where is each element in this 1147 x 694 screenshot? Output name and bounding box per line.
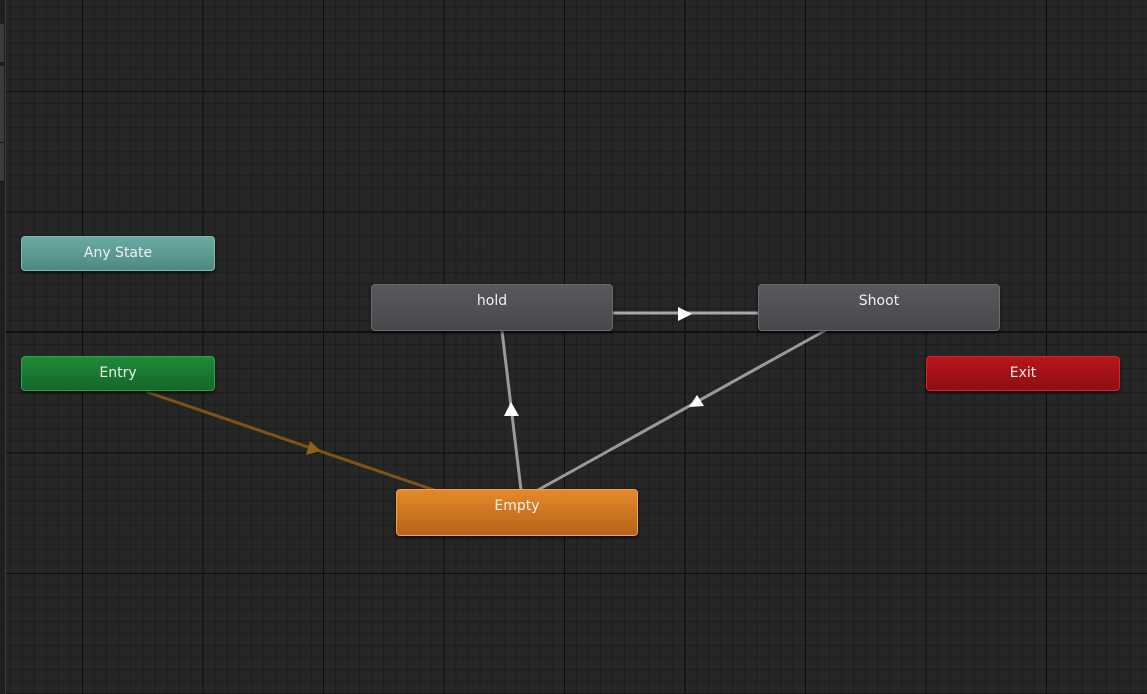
state-node-shoot[interactable]: Shoot: [758, 284, 1000, 331]
state-label: Empty: [494, 498, 540, 514]
state-node-exit[interactable]: Exit: [926, 356, 1120, 391]
transition-hold-to-shoot[interactable]: [613, 307, 758, 321]
state-node-empty-default[interactable]: Empty: [396, 489, 638, 536]
transition-empty-to-hold[interactable]: [500, 330, 523, 491]
transition-arrow-icon: [678, 307, 692, 321]
state-label: Any State: [83, 245, 153, 261]
transition-entry-to-empty[interactable]: [146, 390, 435, 492]
transition-arrow-icon: [504, 402, 519, 416]
transition-empty-to-shoot[interactable]: [537, 328, 827, 492]
state-label: Shoot: [858, 293, 900, 309]
transition-arrow-icon: [306, 441, 321, 455]
state-node-any-state[interactable]: Any State: [21, 236, 215, 271]
transition-arrow-icon: [689, 395, 704, 407]
transition-links: [146, 307, 827, 492]
state-node-hold[interactable]: hold: [371, 284, 613, 331]
state-label: Entry: [99, 365, 137, 381]
animator-graph-canvas[interactable]: Any State Entry Exit hold Shoot Empty: [0, 0, 1147, 694]
state-label: hold: [476, 293, 508, 309]
state-label: Exit: [1009, 365, 1037, 381]
state-node-entry[interactable]: Entry: [21, 356, 215, 391]
